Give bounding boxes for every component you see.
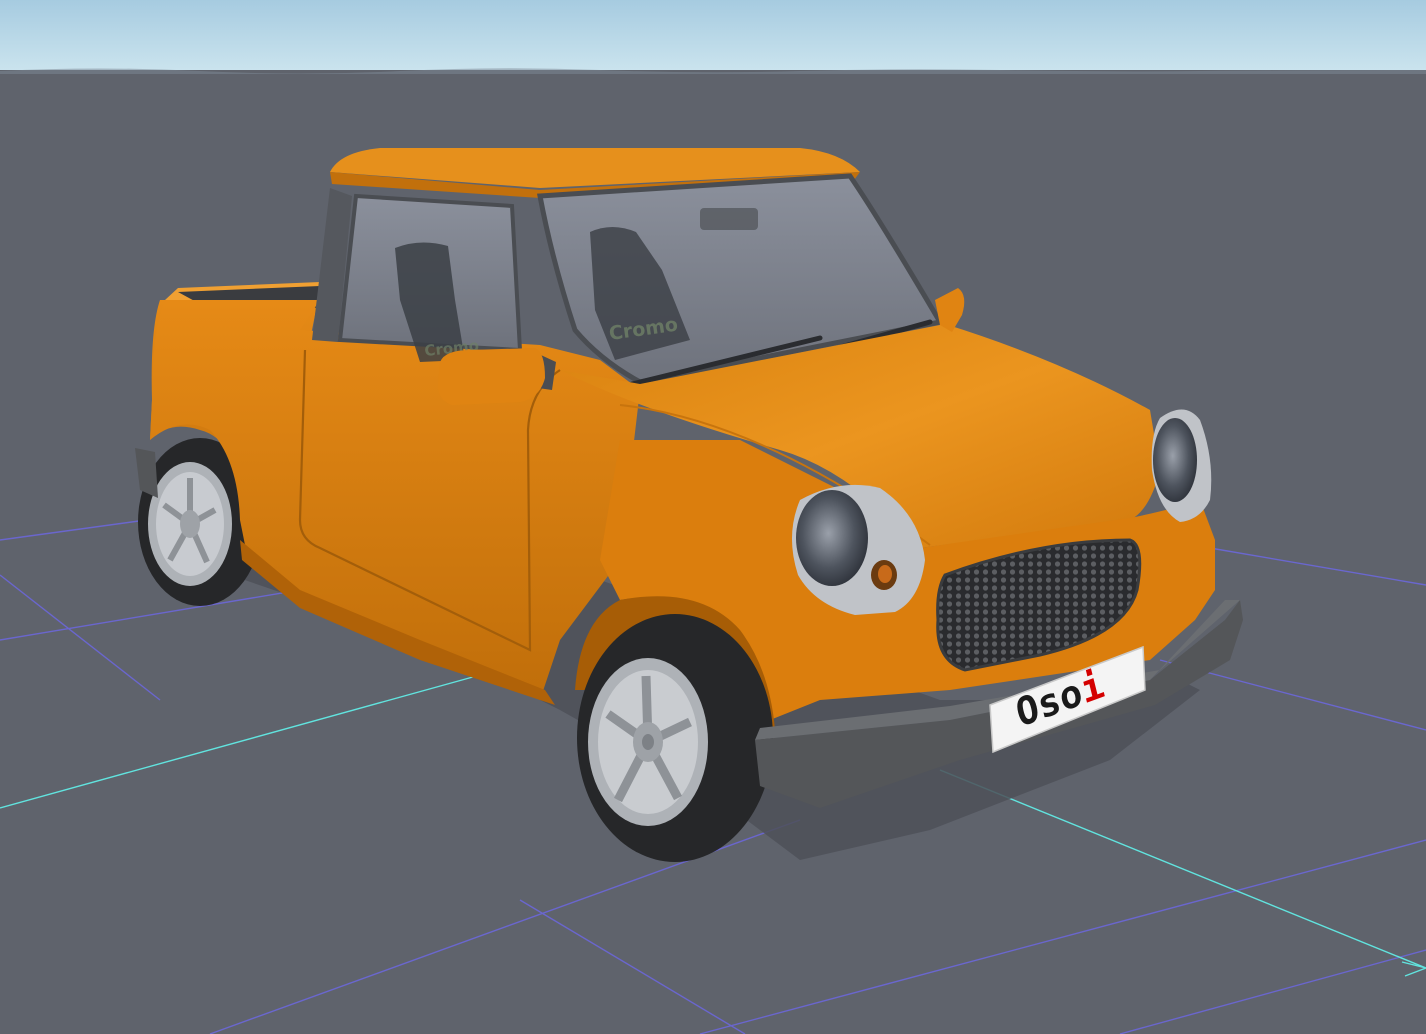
3d-viewport[interactable]: Cromo Cromo Osoi	[0, 0, 1426, 1034]
sky-backdrop	[0, 0, 1426, 72]
interior-mirror	[700, 208, 758, 230]
front-wheel	[577, 614, 773, 862]
scene-canvas[interactable]: Cromo Cromo Osoi	[0, 0, 1426, 1034]
